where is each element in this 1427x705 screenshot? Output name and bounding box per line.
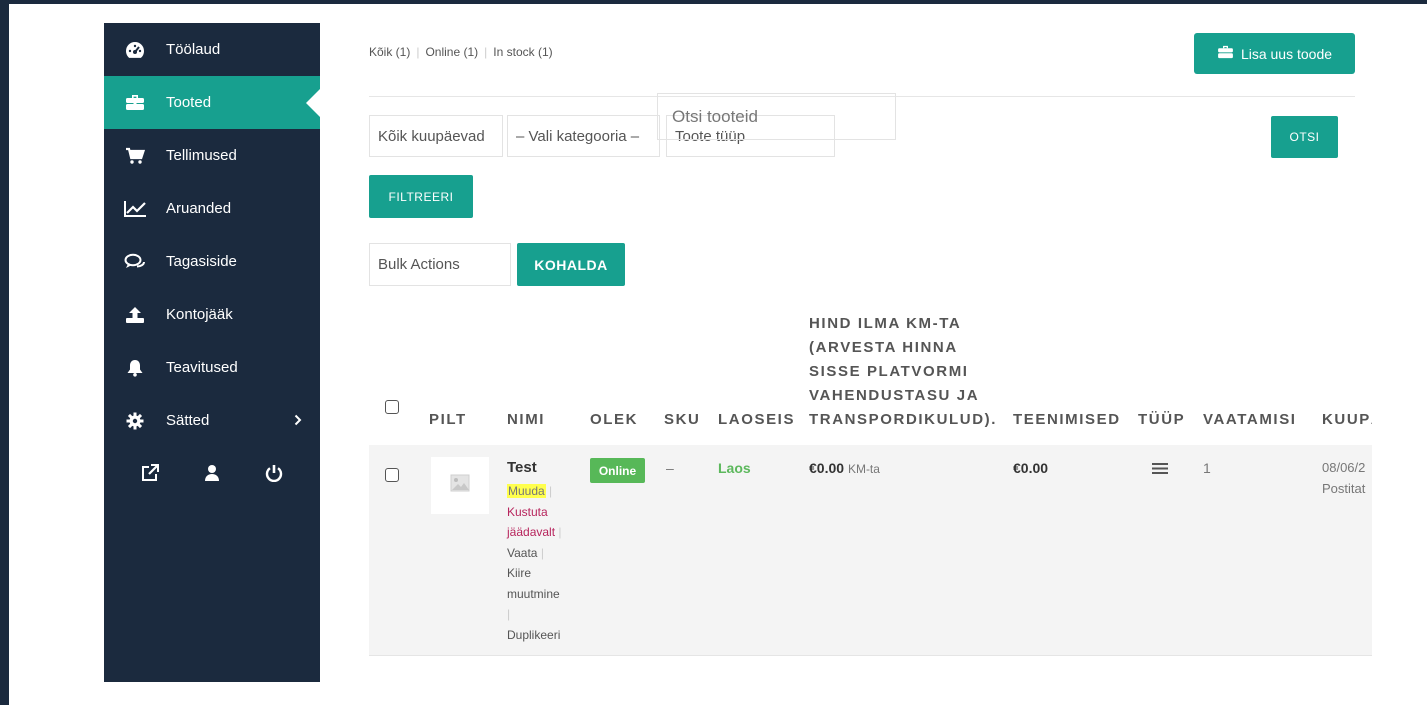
- sidebar-item-dashboard[interactable]: Töölaud: [104, 23, 320, 76]
- price-header-line: VAHENDUSTASU JA: [809, 387, 980, 404]
- sidebar-item-label: Töölaud: [166, 41, 221, 58]
- filter-link-online[interactable]: Online (1): [425, 45, 478, 59]
- comments-icon: [104, 253, 166, 271]
- sidebar-footer: [104, 447, 320, 499]
- filter-link-in-stock[interactable]: In stock (1): [493, 45, 552, 59]
- product-type-icon: [1152, 462, 1168, 478]
- gear-icon: [104, 412, 166, 430]
- filter-link-all[interactable]: Kõik (1): [369, 45, 410, 59]
- column-header-type[interactable]: TÜÜP: [1138, 408, 1185, 432]
- delete-link[interactable]: Kustuta jäädavalt: [507, 505, 555, 540]
- separator: |: [558, 525, 562, 539]
- column-header-image[interactable]: PILT: [429, 408, 467, 432]
- image-placeholder-icon: [450, 474, 470, 497]
- price-value: €0.00: [809, 460, 845, 476]
- sidebar: Töölaud Tooted Tellimused Aruanded Tagas…: [104, 23, 320, 682]
- edit-link[interactable]: Muuda: [507, 484, 546, 498]
- column-header-name[interactable]: NIMI: [507, 408, 545, 432]
- delete-link-line: Kustuta: [507, 504, 548, 519]
- stock-status: Laos: [718, 460, 751, 476]
- chart-line-icon: [104, 200, 166, 218]
- date-status: Postitat: [1322, 481, 1366, 496]
- apply-bulk-button[interactable]: KOHALDA: [517, 243, 625, 286]
- cart-icon: [104, 147, 166, 165]
- price-header-line: (ARVESTA HINNA: [809, 339, 958, 356]
- search-input[interactable]: Otsi tooteid: [657, 93, 896, 140]
- separator: |: [416, 45, 420, 59]
- user-icon[interactable]: [204, 464, 220, 482]
- sidebar-item-label: Kontojääk: [166, 306, 233, 323]
- separator: |: [484, 45, 488, 59]
- sidebar-item-orders[interactable]: Tellimused: [104, 129, 320, 182]
- separator: |: [507, 607, 511, 621]
- briefcase-icon: [1217, 45, 1234, 62]
- sidebar-item-label: Tagasiside: [166, 253, 237, 270]
- earnings-value: €0.00: [1013, 460, 1049, 476]
- sidebar-item-label: Aruanded: [166, 200, 232, 217]
- sidebar-item-products[interactable]: Tooted: [104, 76, 320, 129]
- column-header-status[interactable]: OLEK: [590, 408, 638, 432]
- quick-edit-line: muutmine: [507, 586, 560, 601]
- product-name[interactable]: Test: [507, 459, 537, 476]
- view-link[interactable]: Vaata: [507, 546, 537, 560]
- row-checkbox[interactable]: [385, 468, 399, 482]
- separator: |: [549, 484, 553, 498]
- column-header-date[interactable]: KUUPÄ: [1322, 408, 1372, 432]
- separator: |: [540, 545, 544, 560]
- bell-icon: [104, 359, 166, 377]
- date-value: 08/06/2: [1322, 460, 1366, 475]
- delete-link-line: jäädavalt: [507, 525, 556, 539]
- date-filter-select[interactable]: Kõik kuupäevad: [369, 115, 503, 157]
- dashboard-icon: [104, 41, 166, 59]
- status-filter-links: Kõik (1) | Online (1) | In stock (1): [369, 45, 553, 59]
- add-product-label: Lisa uus toode: [1240, 45, 1333, 62]
- sidebar-item-notifications[interactable]: Teavitused: [104, 341, 320, 394]
- sidebar-item-label: Tellimused: [166, 147, 237, 164]
- chevron-right-icon: [294, 413, 302, 430]
- price-header-line: HIND ILMA KM-TA: [809, 315, 962, 332]
- product-thumbnail[interactable]: [431, 457, 489, 514]
- price-header-line: SISSE PLATVORMI: [809, 363, 969, 380]
- search-button[interactable]: OTSI: [1271, 116, 1338, 158]
- duplicate-link[interactable]: Duplikeeri: [507, 628, 560, 642]
- sidebar-item-reports[interactable]: Aruanded: [104, 182, 320, 235]
- filter-button[interactable]: FILTREERI: [369, 175, 473, 218]
- power-icon[interactable]: [265, 464, 283, 482]
- price-header-line: TRANSPORDIKULUD).: [809, 411, 998, 428]
- price-cell: €0.00 KM-ta: [809, 460, 880, 476]
- price-suffix: KM-ta: [847, 462, 880, 476]
- upload-icon: [104, 306, 166, 324]
- window-frame-left: [0, 0, 9, 705]
- sidebar-item-label: Tooted: [166, 94, 212, 111]
- sidebar-item-label: Teavitused: [166, 359, 238, 376]
- quick-edit-link[interactable]: Kiire muutmine: [507, 566, 560, 601]
- select-all-checkbox[interactable]: [385, 400, 399, 414]
- category-filter-select[interactable]: – Vali kategooria –: [507, 115, 660, 157]
- column-header-views[interactable]: VAATAMISI: [1203, 408, 1297, 432]
- quick-edit-line: Kiire: [507, 566, 532, 580]
- external-link-icon[interactable]: [141, 464, 159, 482]
- sidebar-item-label: Sätted: [166, 412, 210, 429]
- sidebar-item-feedback[interactable]: Tagasiside: [104, 235, 320, 288]
- views-count: 1: [1203, 460, 1211, 476]
- bulk-actions-select[interactable]: Bulk Actions: [369, 243, 511, 286]
- column-header-sku[interactable]: SKU: [664, 408, 700, 432]
- column-header-stock[interactable]: LAOSEIS: [718, 408, 795, 432]
- sidebar-item-settings[interactable]: Sätted: [104, 394, 320, 447]
- briefcase-icon: [104, 94, 166, 111]
- column-header-earnings[interactable]: TEENIMISED: [1013, 408, 1121, 432]
- add-product-button[interactable]: Lisa uus toode: [1194, 33, 1355, 74]
- row-actions: Muuda | Kustuta jäädavalt | Vaata | Kiire…: [507, 481, 577, 645]
- sku-value: –: [666, 460, 674, 476]
- sidebar-item-balance[interactable]: Kontojääk: [104, 288, 320, 341]
- status-badge: Online: [590, 458, 645, 483]
- column-header-price[interactable]: HIND ILMA KM-TA (ARVESTA HINNA SISSE PLA…: [809, 312, 997, 432]
- window-frame-top: [0, 0, 1427, 4]
